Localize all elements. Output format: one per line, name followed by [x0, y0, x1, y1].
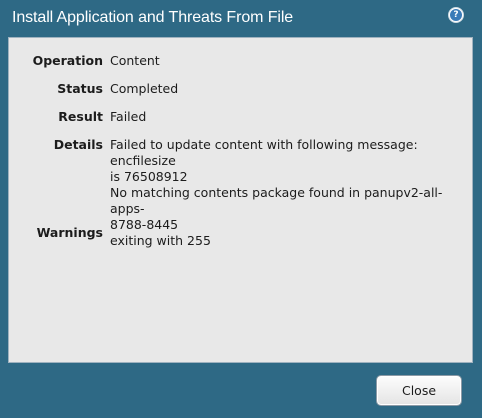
close-button[interactable]: Close — [376, 375, 462, 406]
field-value-operation: Content — [110, 53, 160, 68]
field-label-details: Details — [53, 137, 103, 152]
help-button[interactable]: ? — [448, 7, 464, 23]
field-label-warnings: Warnings — [36, 225, 103, 240]
field-label-result: Result — [58, 109, 103, 124]
dialog-title: Install Application and Threats From Fil… — [12, 9, 294, 26]
field-label-operation: Operation — [32, 53, 103, 68]
install-dialog: Install Application and Threats From Fil… — [0, 0, 482, 418]
field-label-status: Status — [57, 81, 103, 96]
question-mark-icon: ? — [450, 9, 462, 21]
field-value-status: Completed — [110, 81, 179, 96]
field-value-details: Failed to update content with following … — [110, 137, 443, 248]
dialog-titlebar: Install Application and Threats From Fil… — [0, 0, 482, 36]
dialog-footer: Close — [0, 364, 482, 418]
dialog-body: Operation Content Status Completed Resul… — [8, 37, 473, 363]
field-value-result: Failed — [110, 109, 147, 124]
